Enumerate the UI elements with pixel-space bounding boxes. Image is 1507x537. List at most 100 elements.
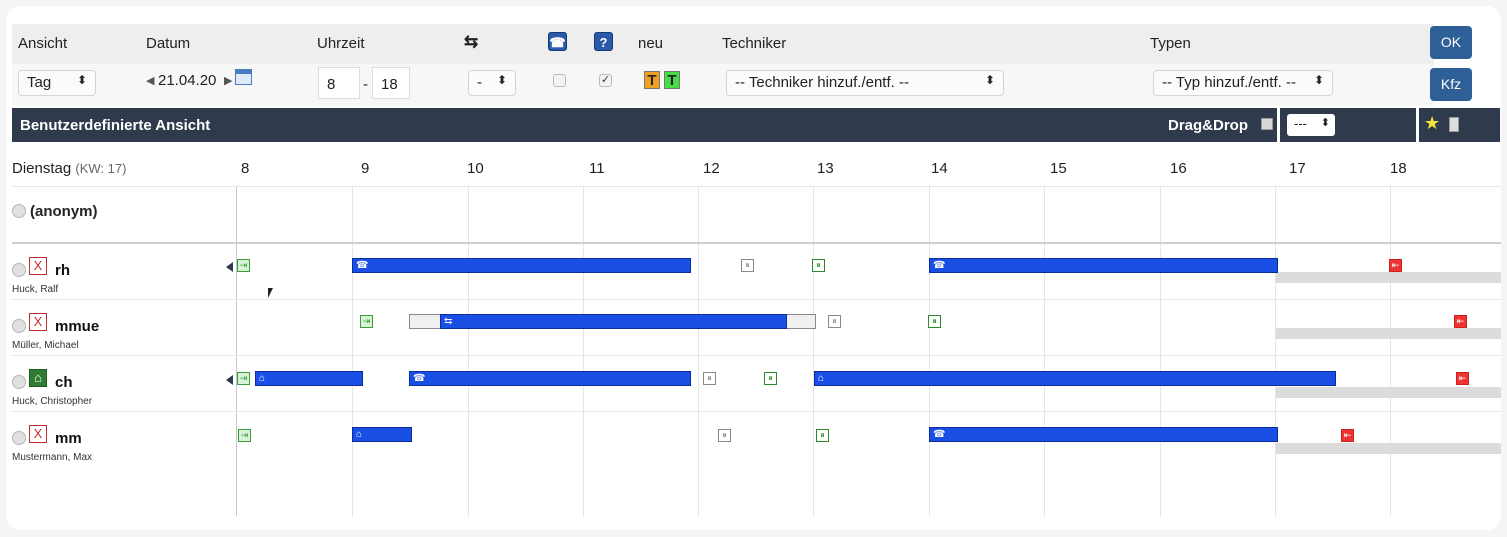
help-checkbox[interactable]: ✓ bbox=[599, 74, 612, 87]
hour-gridline bbox=[1160, 186, 1161, 516]
view-select[interactable]: --- ⬍ bbox=[1287, 114, 1335, 136]
hour-label: 17 bbox=[1289, 160, 1306, 177]
pause-icon[interactable]: ⏸ bbox=[828, 315, 841, 328]
login-icon[interactable]: ⇥ bbox=[237, 259, 250, 272]
view-bar: Benutzerdefinierte Ansicht Drag&Drop ---… bbox=[12, 108, 1500, 142]
techniker-label: Techniker bbox=[722, 35, 787, 52]
off-hours-strip bbox=[1276, 387, 1501, 398]
hour-label: 11 bbox=[589, 160, 605, 177]
note-icon[interactable] bbox=[1449, 117, 1459, 132]
calendar-icon[interactable] bbox=[235, 69, 252, 85]
anonym-radio[interactable] bbox=[12, 204, 26, 218]
resource-code[interactable]: mmue bbox=[55, 318, 99, 335]
dragdrop-checkbox[interactable] bbox=[1261, 118, 1273, 130]
appointment-bar[interactable]: ⌂ bbox=[255, 371, 363, 386]
x-icon[interactable]: X bbox=[29, 257, 47, 275]
appointment-bar[interactable]: ☎ bbox=[409, 371, 691, 386]
logout-icon[interactable]: ⇤ bbox=[1389, 259, 1402, 272]
ok-button[interactable]: OK bbox=[1430, 26, 1472, 59]
home-icon: ⌂ bbox=[259, 373, 266, 384]
resource-code[interactable]: mm bbox=[55, 430, 82, 447]
hour-label: 18 bbox=[1390, 160, 1407, 177]
ansicht-select[interactable]: Tag ⬍ bbox=[18, 70, 96, 96]
tech-orange-button[interactable]: T bbox=[644, 71, 660, 89]
row-divider bbox=[12, 355, 1501, 356]
appointment-bar[interactable]: ⇆ bbox=[440, 314, 787, 329]
hour-label: 8 bbox=[241, 160, 250, 177]
typ-select[interactable]: -- Typ hinzuf./entf. -- ⬍ bbox=[1153, 70, 1333, 96]
off-hours-strip bbox=[1276, 272, 1501, 283]
appointment-bar[interactable]: ⌂ bbox=[352, 427, 412, 442]
earlier-arrow-icon[interactable] bbox=[226, 375, 233, 385]
select-arrows-icon: ⬍ bbox=[984, 73, 995, 87]
row-divider bbox=[12, 186, 1501, 187]
pause-icon[interactable]: ⏸ bbox=[741, 259, 754, 272]
pause-icon[interactable]: ⏸ bbox=[928, 315, 941, 328]
login-icon[interactable]: ⇥ bbox=[237, 372, 250, 385]
time-from-input[interactable]: 8 bbox=[318, 67, 360, 99]
kfz-button[interactable]: Kfz bbox=[1430, 68, 1472, 101]
ansicht-label: Ansicht bbox=[18, 35, 68, 52]
resource-name: Huck, Christopher bbox=[12, 396, 93, 407]
day-label: Dienstag (KW: 17) bbox=[12, 160, 126, 177]
select-arrows-icon: ⬍ bbox=[1320, 117, 1330, 129]
pause-icon[interactable]: ⏸ bbox=[812, 259, 825, 272]
anonym-label: (anonym) bbox=[30, 203, 98, 220]
phone-checkbox[interactable] bbox=[553, 74, 566, 87]
separator bbox=[1277, 108, 1280, 142]
next-day-icon[interactable]: ▶ bbox=[224, 74, 232, 87]
pause-icon[interactable]: ⏸ bbox=[816, 429, 829, 442]
login-icon[interactable]: ⇥ bbox=[360, 315, 373, 328]
swap-icon[interactable]: ⇆ bbox=[464, 32, 478, 52]
toolbar-controls-row: Tag ⬍ ◀ 21.04.20 ▶ 8 - 18 - ⬍ ✓ T T -- T… bbox=[12, 64, 1434, 106]
view-title: Benutzerdefinierte Ansicht bbox=[20, 117, 211, 134]
favorite-star-icon[interactable]: ★ bbox=[1424, 113, 1440, 134]
view-select-value: --- bbox=[1294, 116, 1307, 131]
appointment-bar[interactable]: ⌂ bbox=[814, 371, 1336, 386]
earlier-arrow-icon[interactable] bbox=[226, 262, 233, 272]
appointment-bar[interactable]: ☎ bbox=[929, 258, 1278, 273]
phone-icon: ☎ bbox=[413, 373, 426, 384]
week-number: (KW: 17) bbox=[75, 161, 127, 176]
hour-label: 9 bbox=[361, 160, 370, 177]
login-icon[interactable]: ⇥ bbox=[238, 429, 251, 442]
hour-label: 14 bbox=[931, 160, 948, 177]
hour-gridline bbox=[583, 186, 584, 516]
x-icon[interactable]: X bbox=[29, 313, 47, 331]
pause-icon[interactable]: ⏸ bbox=[718, 429, 731, 442]
x-icon[interactable]: X bbox=[29, 425, 47, 443]
help-icon[interactable]: ? bbox=[594, 32, 613, 51]
home-icon[interactable]: ⌂ bbox=[29, 369, 47, 387]
logout-icon[interactable]: ⇤ bbox=[1456, 372, 1469, 385]
app-window: Ansicht Datum Uhrzeit ⇆ ☎ ? neu Technike… bbox=[6, 6, 1501, 530]
hour-label: 15 bbox=[1050, 160, 1067, 177]
date-value[interactable]: 21.04.20 bbox=[158, 72, 216, 89]
resource-code[interactable]: rh bbox=[55, 262, 70, 279]
phone-icon[interactable]: ☎ bbox=[548, 32, 567, 51]
resource-radio[interactable] bbox=[12, 319, 26, 333]
filter-select[interactable]: - ⬍ bbox=[468, 70, 516, 96]
row-divider bbox=[12, 411, 1501, 412]
dragdrop-label: Drag&Drop bbox=[1168, 117, 1249, 134]
tech-green-button[interactable]: T bbox=[664, 71, 680, 89]
techniker-select[interactable]: -- Techniker hinzuf./entf. -- ⬍ bbox=[726, 70, 1004, 96]
resource-code[interactable]: ch bbox=[55, 374, 73, 391]
appointment-bar[interactable]: ☎ bbox=[929, 427, 1278, 442]
resource-radio[interactable] bbox=[12, 263, 26, 277]
logout-icon[interactable]: ⇤ bbox=[1341, 429, 1354, 442]
appointment-bar[interactable]: ☎ bbox=[352, 258, 691, 273]
typ-select-value: -- Typ hinzuf./entf. -- bbox=[1162, 74, 1296, 91]
prev-day-icon[interactable]: ◀ bbox=[146, 74, 154, 87]
techniker-select-value: -- Techniker hinzuf./entf. -- bbox=[735, 74, 909, 91]
time-to-input[interactable]: 18 bbox=[372, 67, 410, 99]
logout-icon[interactable]: ⇤ bbox=[1454, 315, 1467, 328]
select-arrows-icon: ⬍ bbox=[76, 73, 87, 87]
resource-radio[interactable] bbox=[12, 431, 26, 445]
resource-radio[interactable] bbox=[12, 375, 26, 389]
pause-icon[interactable]: ⏸ bbox=[764, 372, 777, 385]
day-name: Dienstag bbox=[12, 160, 72, 177]
datum-label: Datum bbox=[146, 35, 191, 52]
hour-gridline bbox=[698, 186, 699, 516]
separator bbox=[1416, 108, 1419, 142]
pause-icon[interactable]: ⏸ bbox=[703, 372, 716, 385]
